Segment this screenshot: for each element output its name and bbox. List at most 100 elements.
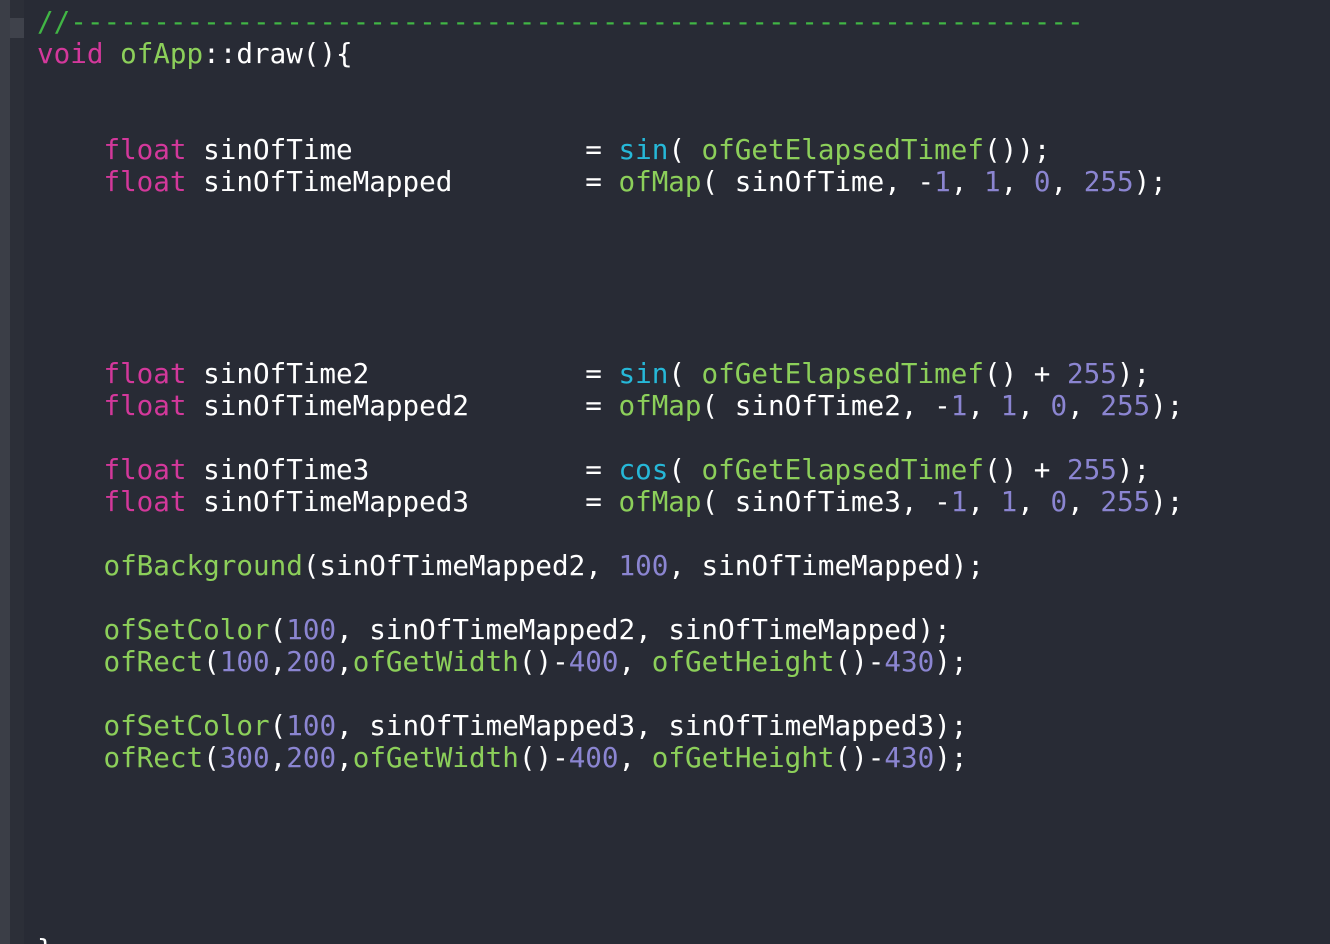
code-token-plain: sinOfTime3 = bbox=[186, 453, 619, 486]
code-line[interactable] bbox=[37, 678, 1183, 710]
code-line[interactable] bbox=[37, 230, 1183, 262]
code-token-fn: ofMap bbox=[618, 389, 702, 422]
code-line[interactable]: } bbox=[37, 934, 1183, 944]
code-text-area[interactable]: //--------------------------------------… bbox=[37, 0, 1183, 944]
code-token-num: 1 bbox=[934, 165, 951, 198]
code-line[interactable] bbox=[37, 518, 1183, 550]
code-token-plain: ( bbox=[203, 741, 220, 774]
code-line[interactable]: float sinOfTime = sin( ofGetElapsedTimef… bbox=[37, 134, 1183, 166]
code-token-plain: ( bbox=[668, 133, 702, 166]
code-line[interactable] bbox=[37, 326, 1183, 358]
code-token-plain: ); bbox=[1116, 453, 1151, 486]
code-token-plain: ()- bbox=[834, 645, 885, 678]
code-token-keyword: float bbox=[103, 165, 187, 198]
code-line[interactable] bbox=[37, 262, 1183, 294]
code-token-plain: ( bbox=[668, 453, 702, 486]
code-token-plain: ()- bbox=[518, 741, 569, 774]
code-line[interactable]: //--------------------------------------… bbox=[37, 6, 1183, 38]
code-token-plain: sinOfTime = bbox=[186, 133, 619, 166]
code-line[interactable]: ofRect(100,200,ofGetWidth()-400, ofGetHe… bbox=[37, 646, 1183, 678]
code-token-plain: , bbox=[269, 645, 287, 678]
code-token-plain: , sinOfTimeMapped3, sinOfTimeMapped3); bbox=[336, 709, 968, 742]
code-token-plain: ); bbox=[1116, 357, 1151, 390]
code-token-fn: ofGetElapsedTimef bbox=[701, 453, 984, 486]
code-token-num: 400 bbox=[568, 645, 619, 678]
current-line-marker bbox=[10, 18, 24, 38]
code-token-plain: () + bbox=[983, 357, 1068, 390]
code-token-keyword: float bbox=[103, 485, 187, 518]
code-token-fn: ofGetElapsedTimef bbox=[701, 133, 984, 166]
code-token-fn: ofRect bbox=[103, 741, 204, 774]
code-token-plain: , bbox=[1017, 485, 1051, 518]
code-token-fn: ofRect bbox=[103, 645, 204, 678]
code-line[interactable]: ofBackground(sinOfTimeMapped2, 100, sinO… bbox=[37, 550, 1183, 582]
code-token-fn: ofGetElapsedTimef bbox=[701, 357, 984, 390]
code-token-plain: ( bbox=[269, 709, 287, 742]
code-line[interactable]: ofSetColor(100, sinOfTimeMapped2, sinOfT… bbox=[37, 614, 1183, 646]
code-line[interactable] bbox=[37, 806, 1183, 838]
code-token-plain: ); bbox=[1133, 165, 1167, 198]
code-line[interactable] bbox=[37, 198, 1183, 230]
code-token-plain: () + bbox=[983, 453, 1068, 486]
code-token-num: 255 bbox=[1100, 389, 1151, 422]
code-line[interactable] bbox=[37, 422, 1183, 454]
code-line[interactable] bbox=[37, 70, 1183, 102]
code-editor[interactable]: //--------------------------------------… bbox=[0, 0, 1330, 944]
code-line[interactable]: float sinOfTime3 = cos( ofGetElapsedTime… bbox=[37, 454, 1183, 486]
code-line[interactable] bbox=[37, 102, 1183, 134]
code-token-builtin: sin bbox=[618, 357, 669, 390]
code-token-num: 255 bbox=[1100, 485, 1151, 518]
code-token-plain: ); bbox=[934, 645, 968, 678]
code-token-fn: ofGetWidth bbox=[352, 645, 519, 678]
code-token-plain: (sinOfTimeMapped2, bbox=[302, 549, 619, 582]
code-token-builtin: sin bbox=[618, 133, 669, 166]
code-token-num: 100 bbox=[219, 645, 270, 678]
code-line[interactable]: ofRect(300,200,ofGetWidth()-400, ofGetHe… bbox=[37, 742, 1183, 774]
code-line[interactable]: ofSetColor(100, sinOfTimeMapped3, sinOfT… bbox=[37, 710, 1183, 742]
code-token-fn: ofGetHeight bbox=[651, 741, 835, 774]
code-token-plain: ()- bbox=[518, 645, 569, 678]
code-line[interactable] bbox=[37, 774, 1183, 806]
code-line[interactable]: float sinOfTime2 = sin( ofGetElapsedTime… bbox=[37, 358, 1183, 390]
code-line[interactable]: float sinOfTimeMapped2 = ofMap( sinOfTim… bbox=[37, 390, 1183, 422]
code-line[interactable]: void ofApp::draw(){ bbox=[37, 38, 1183, 70]
code-token-num: 1 bbox=[1000, 389, 1018, 422]
code-token-num: 100 bbox=[286, 709, 337, 742]
code-token-fn: ofBackground bbox=[103, 549, 303, 582]
code-token-plain: , bbox=[618, 741, 652, 774]
code-token-plain: ( sinOfTime, - bbox=[701, 165, 935, 198]
code-token-num: 430 bbox=[884, 741, 935, 774]
code-token-plain: ( bbox=[269, 613, 287, 646]
code-line[interactable] bbox=[37, 294, 1183, 326]
code-token-plain: , bbox=[1000, 165, 1034, 198]
line-gutter-strip bbox=[10, 0, 24, 944]
code-token-plain: , sinOfTimeMapped2, sinOfTimeMapped); bbox=[336, 613, 951, 646]
code-line[interactable]: float sinOfTimeMapped3 = ofMap( sinOfTim… bbox=[37, 486, 1183, 518]
code-token-fn: ofMap bbox=[618, 485, 702, 518]
code-line[interactable] bbox=[37, 902, 1183, 934]
code-token-num: 400 bbox=[568, 741, 619, 774]
code-token-fn: ofMap bbox=[618, 165, 702, 198]
code-token-num: 0 bbox=[1050, 485, 1068, 518]
code-line[interactable]: float sinOfTimeMapped = ofMap( sinOfTime… bbox=[37, 166, 1183, 198]
code-token-plain: , bbox=[1067, 389, 1101, 422]
code-token-num: 300 bbox=[219, 741, 270, 774]
code-token-plain: sinOfTimeMapped2 = bbox=[186, 389, 619, 422]
code-token-plain: ); bbox=[934, 741, 968, 774]
code-token-plain: sinOfTimeMapped3 = bbox=[186, 485, 619, 518]
code-line[interactable] bbox=[37, 838, 1183, 870]
code-token-plain: , bbox=[1017, 389, 1051, 422]
code-token-plain: , bbox=[336, 645, 353, 678]
code-line[interactable] bbox=[37, 582, 1183, 614]
code-line[interactable] bbox=[37, 870, 1183, 902]
code-token-keyword: float bbox=[103, 389, 187, 422]
code-token-plain: , bbox=[1067, 485, 1101, 518]
code-token-num: 255 bbox=[1067, 453, 1117, 486]
code-token-plain: , bbox=[1050, 165, 1084, 198]
